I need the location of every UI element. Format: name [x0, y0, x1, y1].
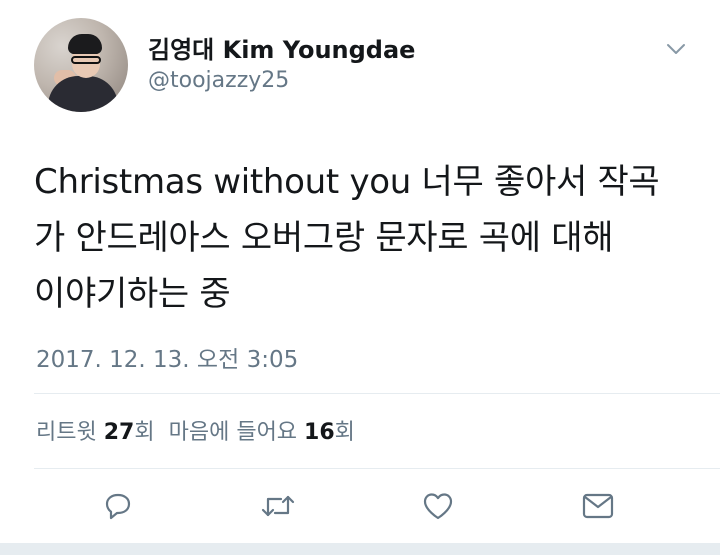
- reply-button[interactable]: [98, 486, 138, 526]
- chevron-down-icon[interactable]: [664, 38, 688, 60]
- avatar[interactable]: [34, 18, 128, 112]
- reply-icon: [105, 493, 131, 520]
- retweet-button[interactable]: [258, 486, 298, 526]
- likes-label[interactable]: 마음에 들어요: [169, 420, 297, 445]
- user-handle[interactable]: @toojazzy25: [148, 68, 289, 93]
- divider-bottom: [34, 468, 720, 469]
- display-name[interactable]: 김영대 Kim Youngdae: [148, 30, 415, 65]
- retweets-unit: 회: [134, 420, 155, 445]
- tweet-text: Christmas without you 너무 좋아서 작곡 가 안드레아스 …: [34, 162, 660, 314]
- retweet-icon: [261, 495, 295, 517]
- tweet-stats: 리트윗 27회 마음에 들어요 16회: [36, 414, 355, 446]
- message-icon: [582, 493, 614, 519]
- avatar-hair: [68, 34, 102, 54]
- like-icon: [423, 493, 453, 520]
- avatar-body: [48, 76, 118, 112]
- retweets-count[interactable]: 27: [104, 420, 135, 445]
- likes-count[interactable]: 16: [304, 420, 335, 445]
- tweet-timestamp[interactable]: 2017. 12. 13. 오전 3:05: [36, 340, 298, 374]
- divider-top: [34, 393, 720, 394]
- message-button[interactable]: [578, 486, 618, 526]
- retweets-label[interactable]: 리트윗: [36, 420, 97, 445]
- like-button[interactable]: [418, 486, 458, 526]
- bottom-separator: [0, 543, 720, 555]
- likes-unit: 회: [334, 420, 355, 445]
- avatar-glasses: [71, 56, 101, 64]
